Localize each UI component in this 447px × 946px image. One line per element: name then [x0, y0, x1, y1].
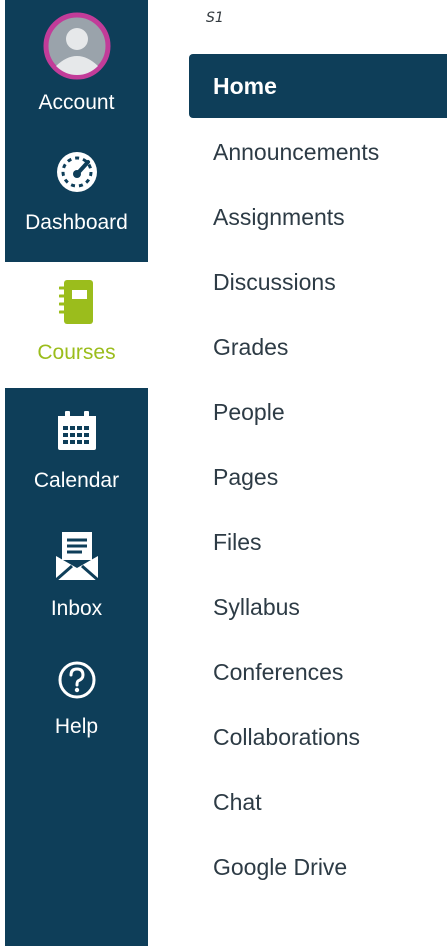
course-nav-discussions[interactable]: Discussions — [189, 256, 447, 308]
course-nav-syllabus[interactable]: Syllabus — [189, 581, 447, 633]
help-question-icon — [58, 661, 95, 699]
course-nav-chat[interactable]: Chat — [189, 776, 447, 828]
global-nav-courses-label: Courses — [37, 341, 116, 364]
global-nav-dashboard-label: Dashboard — [25, 211, 128, 234]
global-navigation: Account Dashboard Courses Calendar Inbox… — [5, 0, 148, 946]
course-nav-google-drive[interactable]: Google Drive — [189, 841, 447, 893]
course-nav-home[interactable]: Home — [189, 54, 447, 118]
inbox-envelope-icon — [54, 532, 99, 582]
calendar-icon — [57, 411, 96, 450]
global-nav-dashboard[interactable]: Dashboard — [5, 150, 148, 250]
global-nav-help-label: Help — [54, 715, 99, 738]
course-nav-conferences[interactable]: Conferences — [189, 646, 447, 698]
global-nav-inbox[interactable]: Inbox — [5, 530, 148, 622]
course-nav-announcements[interactable]: Announcements — [189, 126, 447, 178]
course-nav-assignments[interactable]: Assignments — [189, 191, 447, 243]
global-nav-account[interactable]: Account — [5, 12, 148, 124]
global-nav-calendar[interactable]: Calendar — [5, 410, 148, 500]
dashboard-gauge-icon — [56, 152, 97, 192]
course-nav-grades[interactable]: Grades — [189, 321, 447, 373]
course-nav-pages[interactable]: Pages — [189, 451, 447, 503]
courses-book-icon — [58, 280, 93, 324]
global-nav-inbox-label: Inbox — [50, 597, 103, 620]
global-nav-courses[interactable]: Courses — [5, 262, 148, 388]
course-nav-files[interactable]: Files — [189, 516, 447, 568]
global-nav-account-label: Account — [38, 91, 115, 114]
avatar-icon — [43, 12, 110, 80]
global-nav-help[interactable]: Help — [5, 660, 148, 746]
global-nav-calendar-label: Calendar — [33, 469, 120, 492]
course-code: S1 — [206, 10, 224, 26]
course-nav-people[interactable]: People — [189, 386, 447, 438]
course-nav-collaborations[interactable]: Collaborations — [189, 711, 447, 763]
